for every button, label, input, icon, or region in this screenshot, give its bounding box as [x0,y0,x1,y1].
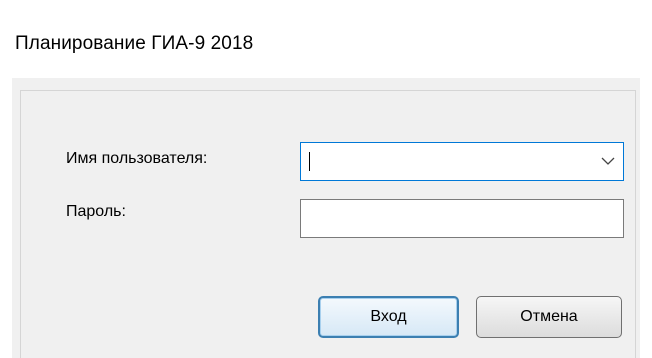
login-button[interactable]: Вход [318,296,459,338]
username-input[interactable] [303,145,583,178]
password-field[interactable] [300,199,624,238]
title-bar[interactable]: Планирование ГИА-9 2018 [0,0,652,72]
window-title: Планирование ГИА-9 2018 [15,33,254,54]
cancel-button[interactable]: Отмена [476,296,622,338]
username-combobox[interactable] [300,142,624,181]
chevron-down-icon[interactable] [595,145,621,178]
password-label: Пароль: [66,203,126,220]
login-window: Планирование ГИА-9 2018 Имя пользователя… [0,0,652,358]
username-label: Имя пользователя: [66,150,208,167]
text-caret [309,152,310,171]
